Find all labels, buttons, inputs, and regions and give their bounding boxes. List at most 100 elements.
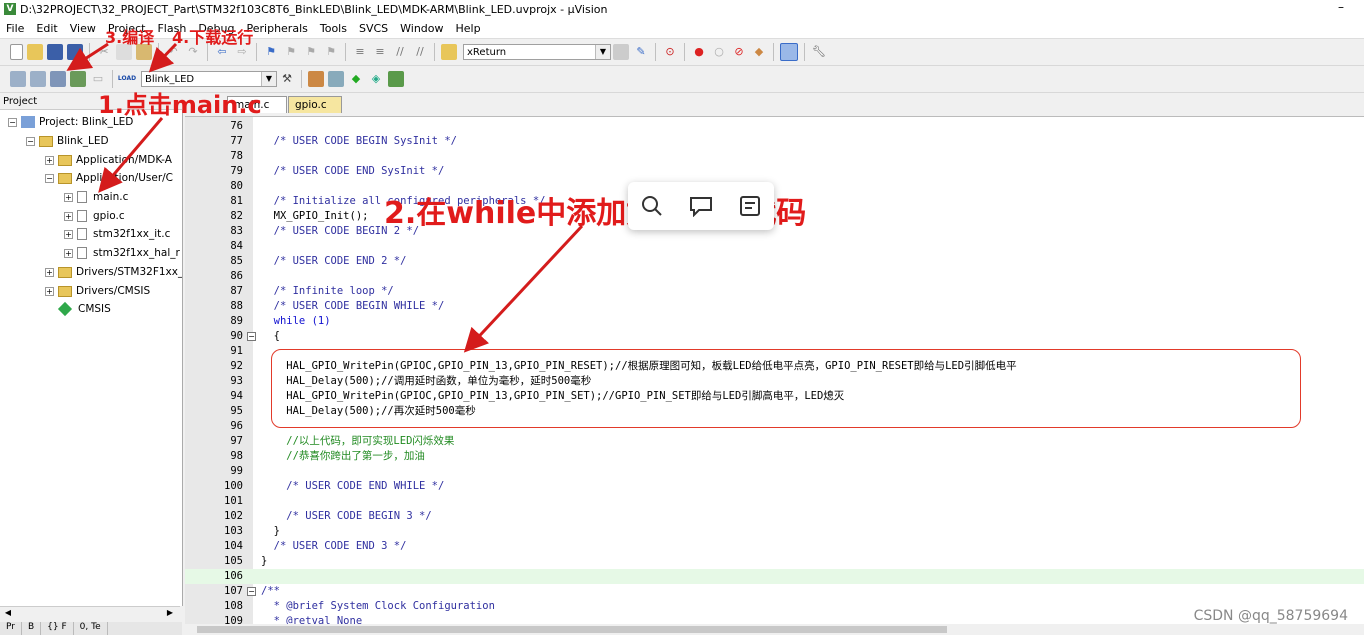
pack-installer-icon[interactable]: ◆	[348, 71, 364, 87]
code-line[interactable]: 79 /* USER CODE END SysInit */	[185, 164, 1364, 179]
code-line[interactable]: 97 //以上代码，即可实现LED闪烁效果	[185, 434, 1364, 449]
menu-help[interactable]: Help	[450, 22, 487, 35]
menu-tools[interactable]: Tools	[314, 22, 353, 35]
tab-books[interactable]: B	[22, 622, 42, 635]
code-line[interactable]: 102 /* USER CODE BEGIN 3 */	[185, 509, 1364, 524]
debug-session-icon[interactable]: ⊙	[662, 44, 678, 60]
code-line[interactable]: 84	[185, 239, 1364, 254]
incremental-find-icon[interactable]: ✎	[633, 44, 649, 60]
select-packs-icon[interactable]: ◈	[368, 71, 384, 87]
open-folder-icon[interactable]	[27, 44, 43, 60]
manage-components-icon[interactable]	[308, 71, 324, 87]
find-in-files-icon[interactable]	[441, 44, 457, 60]
code-line[interactable]: 106	[185, 569, 1364, 584]
translate-icon[interactable]	[10, 71, 26, 87]
code-line[interactable]: 98 //恭喜你跨出了第一步，加油	[185, 449, 1364, 464]
build-icon[interactable]	[30, 71, 46, 87]
code-line[interactable]: 90− {	[185, 329, 1364, 344]
comment-icon[interactable]	[688, 193, 714, 219]
tree-node-file[interactable]: + stm32f1xx_it.c	[64, 225, 170, 243]
insert-breakpoint-icon[interactable]: ●	[691, 44, 707, 60]
chevron-down-icon[interactable]: ▼	[595, 45, 610, 59]
save-icon[interactable]	[47, 44, 63, 60]
batch-build-icon[interactable]	[70, 71, 86, 87]
prev-bookmark-icon[interactable]: ⚑	[283, 44, 299, 60]
rebuild-icon[interactable]	[50, 71, 66, 87]
code-line[interactable]: 88 /* USER CODE BEGIN WHILE */	[185, 299, 1364, 314]
target-options-icon[interactable]: ⚒	[279, 71, 295, 87]
kill-breakpoints-icon[interactable]: ◆	[751, 44, 767, 60]
code-line[interactable]: 76	[185, 119, 1364, 134]
window-layout-icon[interactable]	[780, 43, 798, 61]
menu-edit[interactable]: Edit	[30, 22, 63, 35]
tab-gpio-c[interactable]: gpio.c	[288, 96, 342, 113]
tab-functions[interactable]: {} F	[41, 622, 74, 635]
project-horizontal-scrollbar[interactable]: ◀ ▶	[0, 606, 180, 621]
code-line[interactable]: 99	[185, 464, 1364, 479]
code-line[interactable]: 100 /* USER CODE END WHILE */	[185, 479, 1364, 494]
code-line[interactable]: 107−/**	[185, 584, 1364, 599]
configure-icon[interactable]: 🔧︎	[811, 44, 827, 60]
menu-view[interactable]: View	[64, 22, 102, 35]
search-icon[interactable]	[639, 193, 665, 219]
code-line[interactable]: 78	[185, 149, 1364, 164]
fold-toggle-icon[interactable]: −	[247, 587, 256, 596]
scroll-right-icon[interactable]: ▶	[164, 608, 176, 620]
tree-node-file-main-c[interactable]: + main.c	[64, 188, 128, 206]
tree-node-group[interactable]: − Application/User/C	[45, 169, 173, 187]
new-file-icon[interactable]	[10, 44, 23, 60]
tree-node-file[interactable]: + stm32f1xx_hal_r	[64, 244, 180, 262]
tree-node-component[interactable]: CMSIS	[57, 300, 111, 318]
tree-node-group[interactable]: + Drivers/STM32F1xx_	[45, 263, 182, 281]
comment-icon[interactable]: //	[392, 44, 408, 60]
save-all-icon[interactable]	[67, 44, 83, 60]
expand-icon[interactable]: +	[45, 155, 54, 165]
code-line[interactable]: 85 /* USER CODE END 2 */	[185, 254, 1364, 269]
minimize-button[interactable]: –	[1338, 0, 1344, 14]
tree-node-file[interactable]: + gpio.c	[64, 207, 125, 225]
expand-icon[interactable]: +	[64, 192, 73, 202]
clear-bookmarks-icon[interactable]: ⚑	[323, 44, 339, 60]
expand-icon[interactable]: +	[64, 211, 73, 221]
code-line[interactable]: 77 /* USER CODE BEGIN SysInit */	[185, 134, 1364, 149]
tab-templates[interactable]: 0, Te	[74, 622, 108, 635]
menu-window[interactable]: Window	[394, 22, 449, 35]
expand-icon[interactable]: +	[64, 248, 73, 258]
enable-breakpoint-icon[interactable]: ○	[711, 44, 727, 60]
indent-icon[interactable]: ≡	[352, 44, 368, 60]
chevron-down-icon[interactable]: ▼	[261, 72, 276, 86]
code-line[interactable]: 89 while (1)	[185, 314, 1364, 329]
scrollbar-thumb[interactable]	[197, 626, 947, 633]
code-line[interactable]: 86	[185, 269, 1364, 284]
scroll-left-icon[interactable]: ◀	[2, 608, 14, 620]
find-combo[interactable]: xReturn ▼	[463, 44, 611, 60]
editor-horizontal-scrollbar[interactable]	[185, 624, 1364, 635]
code-line[interactable]: 101	[185, 494, 1364, 509]
code-line[interactable]: 105}	[185, 554, 1364, 569]
file-extensions-icon[interactable]	[328, 71, 344, 87]
tree-node-group[interactable]: + Drivers/CMSIS	[45, 282, 150, 300]
collapse-icon[interactable]: −	[8, 117, 17, 127]
note-icon[interactable]	[737, 193, 763, 219]
find-icon[interactable]	[613, 44, 629, 60]
code-line[interactable]: 108 * @brief System Clock Configuration	[185, 599, 1364, 614]
code-line[interactable]: 87 /* Infinite loop */	[185, 284, 1364, 299]
disable-breakpoints-icon[interactable]: ⊘	[731, 44, 747, 60]
tree-node-target[interactable]: − Blink_LED	[26, 132, 109, 150]
menu-svcs[interactable]: SVCS	[353, 22, 394, 35]
unindent-icon[interactable]: ≡	[372, 44, 388, 60]
uncomment-icon[interactable]: //	[412, 44, 428, 60]
run-time-environment-icon[interactable]	[388, 71, 404, 87]
collapse-icon[interactable]: −	[26, 136, 35, 146]
bookmark-icon[interactable]: ⚑	[263, 44, 279, 60]
tab-project[interactable]: Pr	[0, 622, 22, 635]
expand-icon[interactable]: +	[45, 286, 54, 296]
menu-file[interactable]: File	[0, 22, 30, 35]
expand-icon[interactable]: +	[45, 267, 54, 277]
next-bookmark-icon[interactable]: ⚑	[303, 44, 319, 60]
code-line[interactable]: 104 /* USER CODE END 3 */	[185, 539, 1364, 554]
fold-toggle-icon[interactable]: −	[247, 332, 256, 341]
collapse-icon[interactable]: −	[45, 173, 54, 183]
tree-node-group[interactable]: + Application/MDK-A	[45, 151, 172, 169]
code-line[interactable]: 103 }	[185, 524, 1364, 539]
